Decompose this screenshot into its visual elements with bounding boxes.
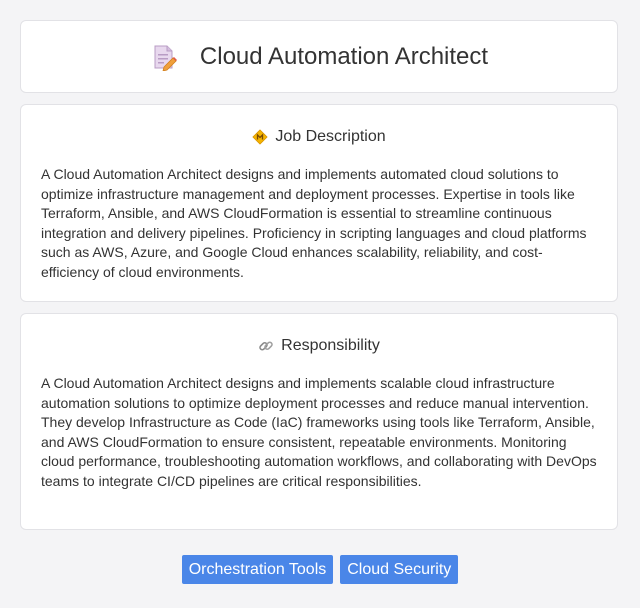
tag-orchestration-tools[interactable]: Orchestration Tools <box>181 555 334 584</box>
link-icon <box>258 338 274 354</box>
responsibility-title: Responsibility <box>281 337 380 354</box>
page-title: Cloud Automation Architect <box>199 42 489 70</box>
tag-list: Orchestration Tools Cloud Security <box>0 555 640 584</box>
responsibility-text: A Cloud Automation Architect designs and… <box>41 375 597 489</box>
job-description-text: A Cloud Automation Architect designs and… <box>41 166 587 280</box>
job-description-header: Job Description <box>41 127 597 147</box>
job-description-title: Job Description <box>275 128 386 145</box>
responsibility-header: Responsibility <box>41 336 597 356</box>
title-card: Cloud Automation Architect <box>20 20 618 93</box>
document-pencil-icon <box>150 43 178 72</box>
tag-cloud-security[interactable]: Cloud Security <box>340 555 459 584</box>
job-description-card: Job Description A Cloud Automation Archi… <box>20 104 618 302</box>
diamond-badge-icon <box>252 129 268 145</box>
responsibility-card: Responsibility A Cloud Automation Archit… <box>20 313 618 530</box>
